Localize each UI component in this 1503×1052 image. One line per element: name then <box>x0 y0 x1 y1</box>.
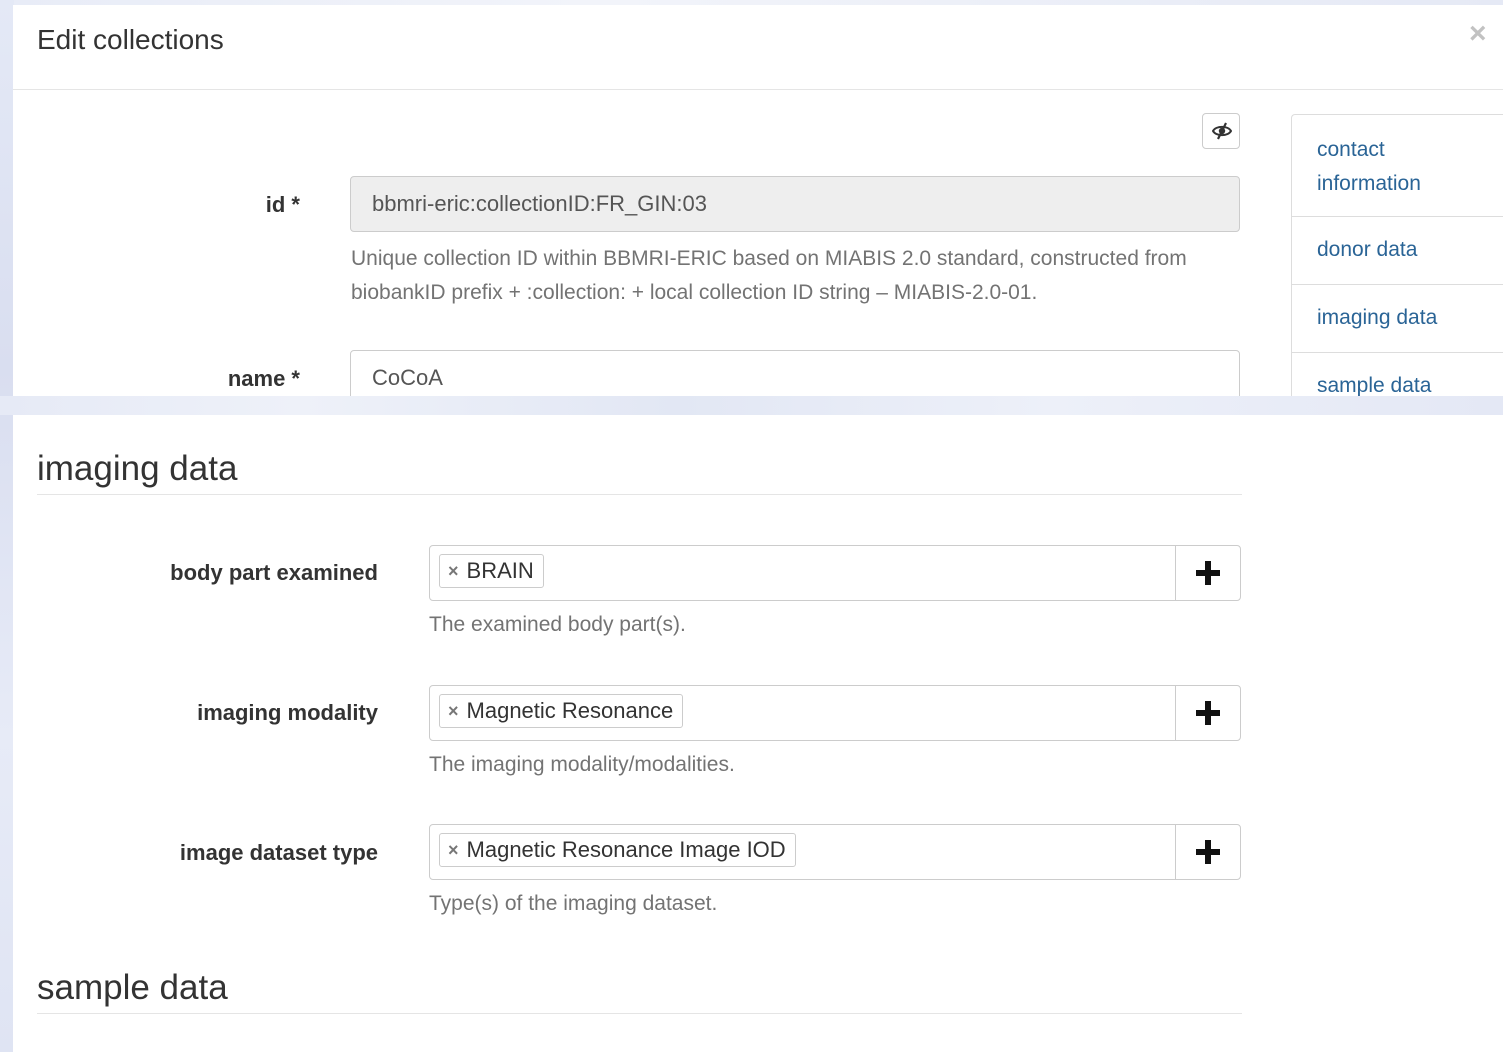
remove-tag-icon[interactable]: × <box>448 561 459 582</box>
remove-tag-icon[interactable]: × <box>448 701 459 722</box>
edit-collections-modal: Edit collections × id * Unique collectio… <box>13 5 1503 396</box>
id-input[interactable] <box>350 176 1240 232</box>
add-imaging-modality-button[interactable] <box>1175 685 1241 741</box>
image-dataset-type-field[interactable]: × Magnetic Resonance Image IOD <box>429 824 1176 880</box>
imaging-modality-label: imaging modality <box>197 700 378 725</box>
sample-data-heading: sample data <box>37 968 1242 1014</box>
selected-tag: × Magnetic Resonance Image IOD <box>439 833 796 867</box>
modal-header: Edit collections × <box>13 5 1503 90</box>
name-label: name * <box>227 366 300 391</box>
imaging-modality-field[interactable]: × Magnetic Resonance <box>429 685 1176 741</box>
id-label: id * <box>265 192 300 217</box>
nav-item-label: sample data <box>1317 374 1432 396</box>
modal-title: Edit collections <box>37 24 224 55</box>
name-input[interactable] <box>350 350 1240 396</box>
add-body-part-button[interactable] <box>1175 545 1241 601</box>
nav-item-donor-data[interactable]: donor data <box>1292 217 1503 285</box>
plus-icon <box>1196 840 1220 864</box>
close-icon[interactable]: × <box>1469 19 1487 49</box>
plus-icon <box>1196 561 1220 585</box>
nav-item-label: contact information <box>1317 138 1421 195</box>
tag-label: Magnetic Resonance <box>466 698 674 723</box>
backdrop-edge <box>0 0 14 1052</box>
eye-slash-icon <box>1212 122 1232 140</box>
section-nav: contact information donor data imaging d… <box>1291 114 1503 396</box>
imaging-data-heading: imaging data <box>37 449 1242 495</box>
add-image-dataset-type-button[interactable] <box>1175 824 1241 880</box>
selected-tag: × BRAIN <box>439 554 544 588</box>
imaging-modality-help-text: The imaging modality/modalities. <box>429 753 735 776</box>
nav-item-sample-data[interactable]: sample data <box>1292 353 1503 396</box>
id-help-text: Unique collection ID within BBMRI-ERIC b… <box>351 247 1187 304</box>
nav-item-contact-information[interactable]: contact information <box>1292 133 1503 217</box>
image-dataset-type-label: image dataset type <box>179 840 378 865</box>
body-part-examined-label: body part examined <box>170 560 378 585</box>
nav-item-label: imaging data <box>1317 306 1438 329</box>
body-part-examined-field[interactable]: × BRAIN <box>429 545 1176 601</box>
plus-icon <box>1196 701 1220 725</box>
selected-tag: × Magnetic Resonance <box>439 694 684 728</box>
tag-label: BRAIN <box>466 558 534 583</box>
body-part-help-text: The examined body part(s). <box>429 613 686 636</box>
screenshot-divider <box>0 396 1503 415</box>
image-dataset-type-help-text: Type(s) of the imaging dataset. <box>429 892 718 915</box>
remove-tag-icon[interactable]: × <box>448 840 459 861</box>
nav-item-imaging-data[interactable]: imaging data <box>1292 285 1503 353</box>
toggle-visibility-button[interactable] <box>1202 113 1240 149</box>
imaging-form-panel: imaging data body part examined × BRAIN … <box>13 415 1503 1052</box>
nav-item-label: donor data <box>1317 238 1418 261</box>
tag-label: Magnetic Resonance Image IOD <box>466 837 786 862</box>
